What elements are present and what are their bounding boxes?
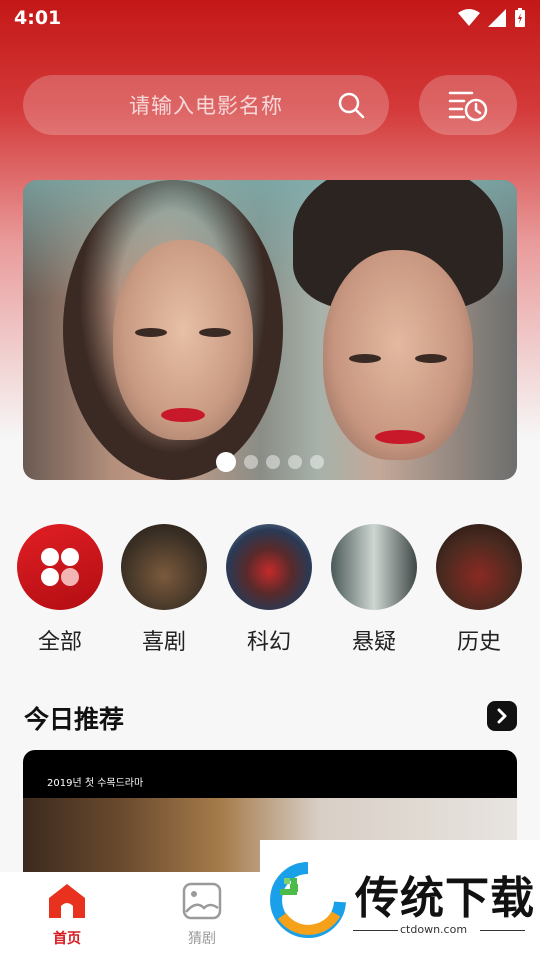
- category-mystery-thumb: [331, 524, 417, 610]
- category-label: 全部: [37, 630, 82, 655]
- carousel-dots: [23, 452, 517, 472]
- category-label: 历史: [456, 630, 501, 655]
- lips: [161, 408, 205, 422]
- nav-guess[interactable]: 猜剧: [162, 882, 242, 948]
- history-clock-icon: [448, 91, 488, 122]
- status-time: 4:01: [14, 7, 62, 29]
- category-scifi-thumb: [226, 524, 312, 610]
- section-title: 今日推荐: [24, 705, 125, 734]
- home-icon: [49, 884, 85, 918]
- category-all[interactable]: 全部: [17, 524, 103, 656]
- nav-home[interactable]: 首页: [27, 882, 107, 948]
- history-button[interactable]: [419, 75, 517, 135]
- banner-carousel[interactable]: [23, 180, 517, 480]
- nav-home-label: 首页: [53, 931, 81, 947]
- eye: [199, 328, 231, 337]
- chevron-right-icon: [497, 708, 507, 724]
- banner-face-left: [113, 240, 253, 440]
- status-icons: [458, 8, 526, 28]
- search-icon[interactable]: [337, 91, 365, 119]
- four-leaf-grid-icon: [41, 548, 79, 586]
- recommend-caption: 2019년 첫 수목드라마: [47, 778, 144, 789]
- more-button[interactable]: [487, 701, 517, 731]
- eye: [349, 354, 381, 363]
- category-comedy-thumb: [121, 524, 207, 610]
- category-history-thumb: [436, 524, 522, 610]
- carousel-dot[interactable]: [288, 455, 302, 469]
- carousel-dot[interactable]: [266, 455, 280, 469]
- search-input[interactable]: 请输入电影名称: [23, 75, 389, 135]
- watermark-line: [480, 930, 525, 931]
- eye: [415, 354, 447, 363]
- watermark: 传统下载 ctdown.com: [260, 840, 540, 960]
- lips: [375, 430, 425, 444]
- eye: [135, 328, 167, 337]
- category-row: 全部 喜剧 科幻 悬疑 历史: [0, 524, 540, 656]
- search-placeholder: 请输入电影名称: [129, 94, 283, 118]
- battery-icon: [515, 8, 525, 27]
- carousel-dot[interactable]: [244, 455, 258, 469]
- signal-icon: [488, 9, 506, 27]
- category-comedy[interactable]: 喜剧: [121, 524, 207, 656]
- watermark-sub: ctdown.com: [400, 923, 468, 936]
- category-label: 科幻: [246, 630, 291, 655]
- status-bar: 4:01: [0, 0, 540, 36]
- watermark-line: [353, 930, 398, 931]
- wifi-icon: [458, 9, 480, 26]
- watermark-text: 传统下载: [355, 873, 535, 924]
- category-label: 喜剧: [141, 630, 186, 655]
- watermark-logo: [270, 862, 346, 938]
- carousel-dot-active[interactable]: [216, 452, 236, 472]
- carousel-dot[interactable]: [310, 455, 324, 469]
- category-history[interactable]: 历史: [436, 524, 522, 656]
- category-scifi[interactable]: 科幻: [226, 524, 312, 656]
- category-label: 悬疑: [351, 630, 396, 655]
- category-all-thumb: [17, 524, 103, 610]
- image-icon: [182, 882, 222, 920]
- nav-guess-label: 猜剧: [188, 931, 216, 947]
- banner-face-right: [323, 250, 473, 460]
- category-mystery[interactable]: 悬疑: [331, 524, 417, 656]
